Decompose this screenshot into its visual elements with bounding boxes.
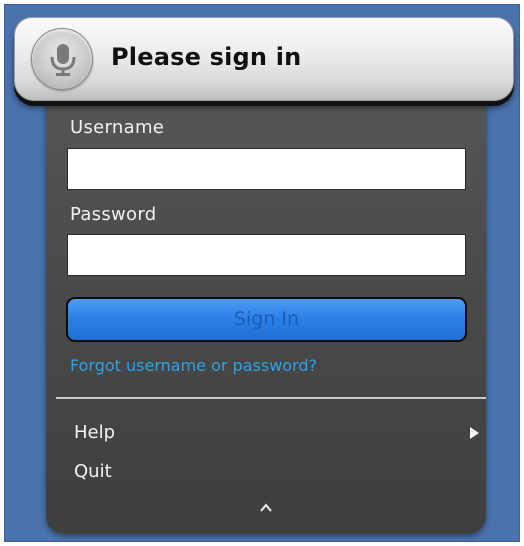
menu-divider [56,397,486,399]
menu-item-label: Quit [74,461,112,482]
chevron-right-icon [470,427,479,439]
forgot-credentials-link[interactable]: Forgot username or password? [70,356,317,375]
password-field[interactable] [67,234,466,276]
microphone-icon [50,44,76,76]
page-title: Please sign in [111,43,302,71]
sign-in-button[interactable]: Sign In [66,297,467,342]
username-field[interactable] [67,148,466,190]
menu-item-label: Help [74,422,116,443]
signin-header: Please sign in [14,17,514,101]
menu-item-quit[interactable]: Quit [56,454,486,490]
menu-item-help[interactable]: Help [56,415,486,451]
username-label: Username [70,117,165,138]
password-label: Password [70,204,157,225]
caret-up-icon [260,503,272,512]
collapse-button[interactable] [258,500,274,516]
microphone-button[interactable] [31,28,93,90]
